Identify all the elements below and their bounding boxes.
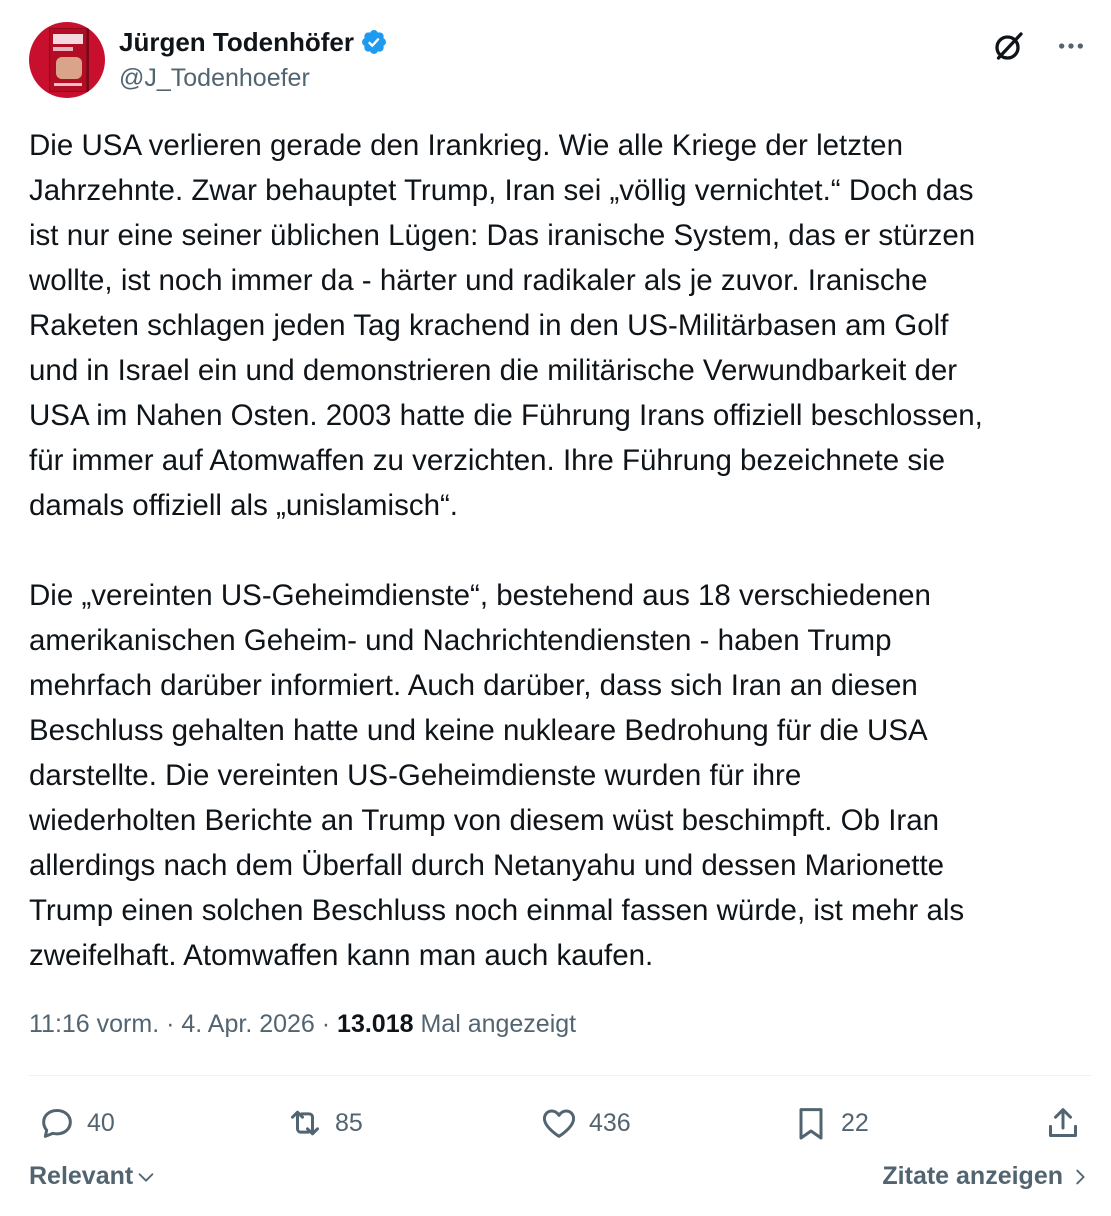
repost-button[interactable]: 85 bbox=[285, 1098, 363, 1148]
bookmark-icon bbox=[799, 1108, 823, 1140]
sort-dropdown[interactable]: Relevant bbox=[29, 1162, 157, 1191]
meta-separator: · bbox=[159, 1010, 182, 1038]
bookmark-count: 22 bbox=[841, 1108, 869, 1137]
grok-icon[interactable] bbox=[991, 28, 1027, 64]
author-handle[interactable]: @J_Todenhoefer bbox=[119, 64, 310, 93]
share-icon bbox=[1049, 1108, 1077, 1137]
views-label: Mal angezeigt bbox=[413, 1010, 577, 1038]
view-quotes-link[interactable]: Zitate anzeigen bbox=[882, 1162, 1091, 1191]
more-icon[interactable] bbox=[1055, 30, 1087, 62]
repost-icon bbox=[291, 1110, 319, 1136]
bookmark-button[interactable]: 22 bbox=[791, 1098, 869, 1148]
divider bbox=[29, 1075, 1091, 1076]
view-quotes-label: Zitate anzeigen bbox=[882, 1162, 1063, 1190]
chevron-right-icon bbox=[1076, 1169, 1085, 1184]
repost-count: 85 bbox=[335, 1108, 363, 1137]
replies-toolbar: Relevant Zitate anzeigen bbox=[29, 1162, 1091, 1202]
tweet-text: Die USA verlieren gerade den Irankrieg. … bbox=[29, 129, 983, 972]
sort-label: Relevant bbox=[29, 1162, 134, 1190]
author-display-name[interactable]: Jürgen Todenhöfer bbox=[119, 27, 354, 58]
book-cover-image bbox=[49, 28, 87, 92]
tweet-meta: 11:16 vorm. · 4. Apr. 2026 · 13.018 Mal … bbox=[29, 1010, 576, 1039]
like-count: 436 bbox=[589, 1108, 631, 1137]
action-bar: 40 85 436 22 bbox=[29, 1098, 1091, 1148]
tweet-time[interactable]: 11:16 vorm. bbox=[29, 1010, 159, 1038]
views-count: 13.018 bbox=[337, 1010, 414, 1038]
heart-icon bbox=[542, 1109, 576, 1138]
tweet-header: Jürgen Todenhöfer @J_Todenhoefer bbox=[29, 22, 1091, 102]
reply-button[interactable]: 40 bbox=[37, 1098, 115, 1148]
author-name-row: Jürgen Todenhöfer bbox=[119, 24, 388, 60]
reply-count: 40 bbox=[87, 1108, 115, 1137]
verified-badge-icon bbox=[362, 30, 386, 54]
share-button[interactable] bbox=[1043, 1098, 1083, 1148]
meta-separator: · bbox=[314, 1010, 338, 1038]
avatar[interactable] bbox=[29, 22, 105, 98]
reply-icon bbox=[42, 1109, 72, 1138]
like-button[interactable]: 436 bbox=[539, 1098, 631, 1148]
chevron-down-icon bbox=[138, 1172, 154, 1182]
tweet-date[interactable]: 4. Apr. 2026 bbox=[181, 1010, 314, 1038]
